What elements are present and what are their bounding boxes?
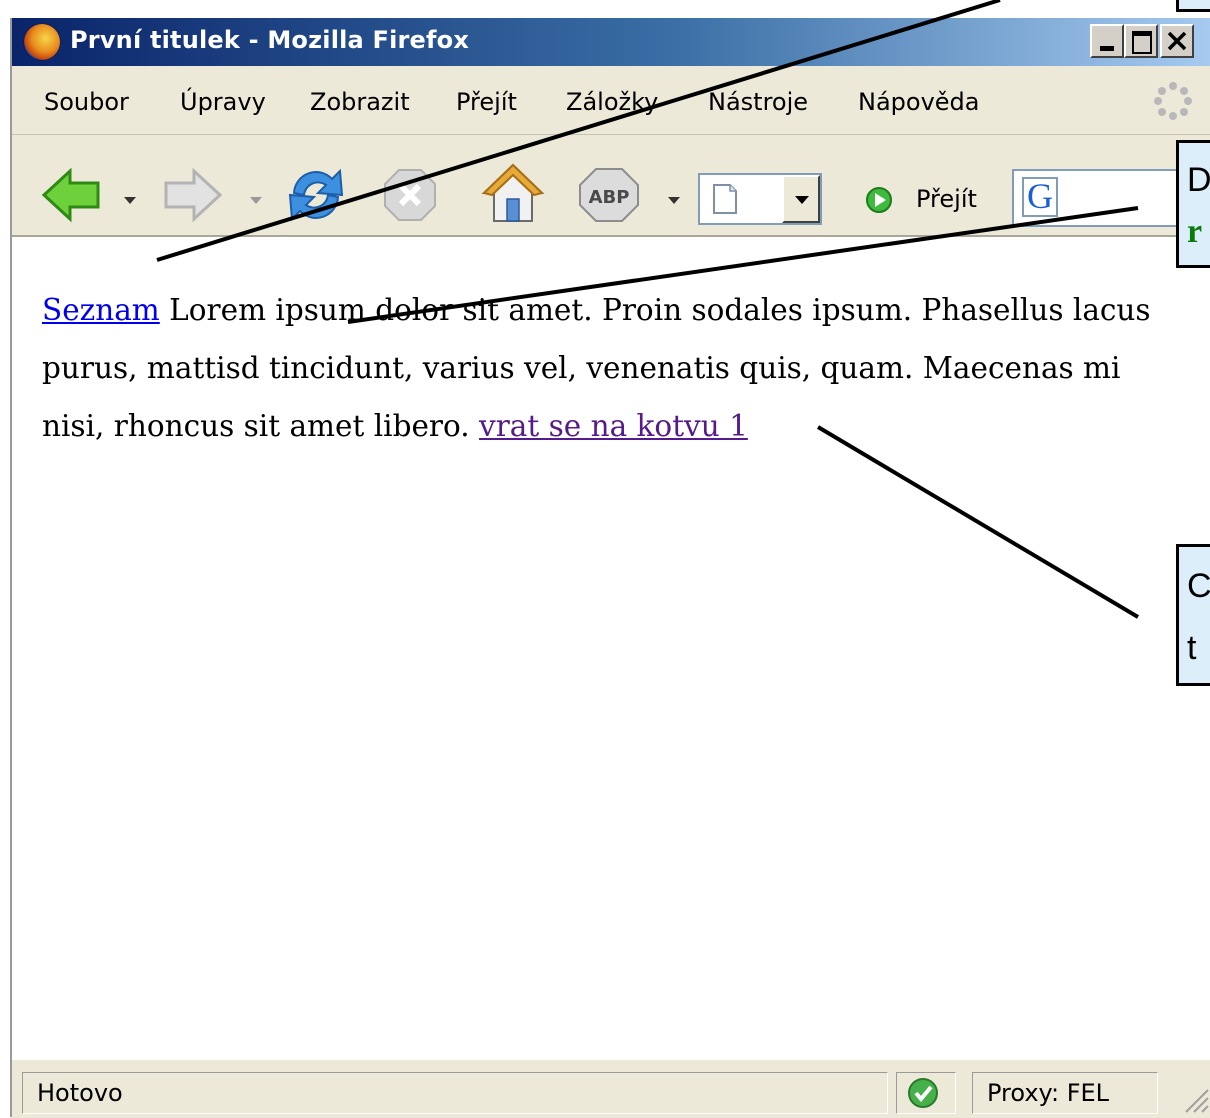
- stop-icon: [384, 169, 436, 221]
- close-button[interactable]: [1160, 24, 1194, 58]
- proxy-status: Proxy: FEL: [987, 1079, 1110, 1107]
- callout-lower-line1: C: [1187, 567, 1210, 605]
- menu-go[interactable]: Přejít: [456, 88, 517, 116]
- annotation-callout-middle: D r: [1176, 140, 1210, 268]
- callout-lower-line2: t: [1187, 629, 1197, 667]
- annotation-callout-top: [1176, 0, 1210, 12]
- title-bar: První titulek - Mozilla Firefox: [12, 18, 1210, 66]
- maximize-button[interactable]: [1124, 24, 1158, 58]
- menu-file[interactable]: Soubor: [44, 88, 129, 116]
- minimize-button[interactable]: [1090, 24, 1124, 58]
- firefox-logo-icon: [24, 24, 60, 60]
- resize-grip-icon[interactable]: [1180, 1084, 1210, 1114]
- navigation-toolbar: ABP Přejít G: [12, 135, 1210, 237]
- status-text-panel: Hotovo: [22, 1072, 888, 1114]
- chevron-down-icon: [795, 196, 809, 204]
- menu-view[interactable]: Zobrazit: [310, 88, 410, 116]
- proxy-panel[interactable]: Proxy: FEL: [972, 1072, 1158, 1114]
- go-button-label[interactable]: Přejít: [916, 185, 977, 213]
- security-panel: [896, 1072, 956, 1114]
- close-icon: [1167, 31, 1187, 51]
- browser-window: První titulek - Mozilla Firefox Soubor Ú…: [10, 18, 1210, 1118]
- callout-middle-line1: D: [1187, 161, 1210, 199]
- forward-arrow-icon: [164, 167, 223, 223]
- status-text: Hotovo: [37, 1079, 123, 1107]
- address-dropdown-button[interactable]: [782, 175, 820, 223]
- seznam-link[interactable]: Seznam: [42, 293, 160, 327]
- forward-dropdown-icon: [250, 197, 262, 204]
- menu-edit[interactable]: Úpravy: [180, 88, 266, 116]
- back-dropdown-icon[interactable]: [124, 197, 136, 204]
- adblock-icon[interactable]: ABP: [578, 167, 640, 223]
- menu-bookmarks[interactable]: Záložky: [566, 88, 658, 116]
- adblock-dropdown-icon[interactable]: [668, 197, 680, 204]
- reload-icon[interactable]: [284, 163, 348, 227]
- callout-middle-line2: r: [1187, 213, 1203, 250]
- checkmark-icon: [908, 1078, 938, 1108]
- menu-tools[interactable]: Nástroje: [708, 88, 808, 116]
- google-g-icon[interactable]: G: [1022, 176, 1058, 217]
- throbber-icon: [1154, 82, 1192, 120]
- page-content: Seznam Lorem ipsum dolor sit amet. Proin…: [12, 237, 1210, 1059]
- home-icon[interactable]: [480, 161, 546, 225]
- back-to-anchor-link[interactable]: vrat se na kotvu 1: [479, 409, 748, 443]
- window-title: První titulek - Mozilla Firefox: [70, 26, 470, 54]
- annotation-callout-lower: C t: [1176, 544, 1210, 686]
- menu-help[interactable]: Nápověda: [858, 88, 980, 116]
- back-arrow-icon[interactable]: [40, 167, 102, 223]
- go-icon[interactable]: [864, 185, 894, 215]
- body-paragraph: Seznam Lorem ipsum dolor sit amet. Proin…: [42, 281, 1162, 455]
- svg-text:ABP: ABP: [589, 187, 630, 208]
- status-bar: Hotovo Proxy: FEL: [12, 1059, 1210, 1118]
- page-icon: [713, 184, 737, 214]
- menu-bar: Soubor Úpravy Zobrazit Přejít Záložky Ná…: [12, 66, 1210, 135]
